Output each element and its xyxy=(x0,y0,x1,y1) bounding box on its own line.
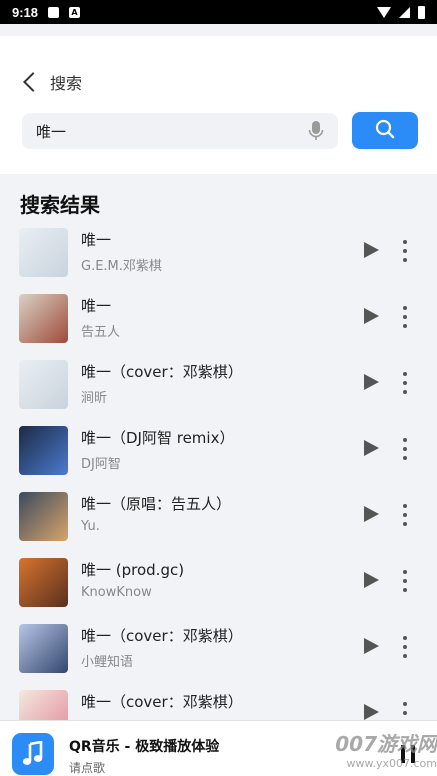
music-note-icon xyxy=(12,733,54,775)
more-options-icon[interactable] xyxy=(402,504,408,526)
back-label: 搜索 xyxy=(50,74,83,93)
app-notification-icon: A xyxy=(69,6,81,18)
song-row[interactable]: 唯一（DJ阿智 remix） DJ阿智 xyxy=(0,420,437,486)
more-options-icon[interactable] xyxy=(402,306,408,328)
signal-icon xyxy=(399,6,410,18)
song-title: 唯一（cover：邓紫棋） xyxy=(81,363,243,381)
status-bar: 9:18 A xyxy=(0,0,437,24)
more-options-icon[interactable] xyxy=(402,240,408,262)
chevron-left-icon xyxy=(23,72,43,92)
microphone-icon[interactable] xyxy=(308,121,324,141)
song-artist: G.E.M.邓紫棋 xyxy=(81,259,162,274)
more-options-icon[interactable] xyxy=(402,438,408,460)
song-row[interactable]: 唯一（cover：邓紫棋） 小鲤知语 xyxy=(0,618,437,684)
song-title: 唯一（DJ阿智 remix） xyxy=(81,429,235,447)
song-artist: 涧昕 xyxy=(81,391,108,406)
play-icon[interactable] xyxy=(364,506,379,522)
more-options-icon[interactable] xyxy=(402,570,408,592)
album-cover xyxy=(19,558,68,607)
watermark-title: 007游戏网 xyxy=(335,732,437,756)
song-row[interactable]: 唯一 G.E.M.邓紫棋 xyxy=(0,222,437,288)
search-input[interactable]: 唯一 xyxy=(22,113,338,149)
watermark-url: www.yx007.com xyxy=(346,757,437,770)
song-row[interactable]: 唯一（cover：邓紫棋） 涧昕 xyxy=(0,354,437,420)
player-title: QR音乐 - 极致播放体验 xyxy=(69,739,220,755)
results-title: 搜索结果 xyxy=(20,193,100,217)
watermark: 007游戏网 www.yx007.com xyxy=(300,728,437,770)
song-title: 唯一（原唱：告五人） xyxy=(81,495,232,513)
play-icon[interactable] xyxy=(364,704,379,720)
song-title: 唯一 xyxy=(81,297,112,315)
song-row[interactable]: 唯一 (prod.gc) KnowKnow xyxy=(0,552,437,618)
song-artist: Yu. xyxy=(81,519,100,534)
album-cover xyxy=(19,624,68,673)
song-artist: 告五人 xyxy=(81,325,121,340)
notification-icon xyxy=(48,6,60,18)
play-icon[interactable] xyxy=(364,374,379,390)
search-query[interactable]: 唯一 xyxy=(36,121,308,142)
more-options-icon[interactable] xyxy=(402,636,408,658)
wifi-icon xyxy=(377,6,391,18)
album-cover xyxy=(19,426,68,475)
play-icon[interactable] xyxy=(364,242,379,258)
album-cover xyxy=(19,228,68,277)
back-button[interactable]: 搜索 xyxy=(20,70,82,94)
song-row[interactable]: 唯一（原唱：告五人） Yu. xyxy=(0,486,437,552)
song-artist: 小鲤知语 xyxy=(81,655,134,670)
song-title: 唯一（cover：邓紫棋） xyxy=(81,627,243,645)
song-artist: DJ阿智 xyxy=(81,457,121,472)
search-icon xyxy=(375,119,395,143)
status-time: 9:18 xyxy=(12,4,39,20)
battery-icon xyxy=(418,5,425,19)
play-icon[interactable] xyxy=(364,572,379,588)
song-artist: KnowKnow xyxy=(81,585,152,600)
search-header: 搜索 唯一 xyxy=(0,36,437,174)
play-icon[interactable] xyxy=(364,440,379,456)
results-list: 唯一 G.E.M.邓紫棋 唯一 告五人 唯一（cover：邓紫棋） 涧昕 唯一（… xyxy=(0,222,437,750)
song-row[interactable]: 唯一 告五人 xyxy=(0,288,437,354)
song-title: 唯一（cover：邓紫棋） xyxy=(81,693,243,711)
player-subtitle: 请点歌 xyxy=(69,761,106,775)
play-icon[interactable] xyxy=(364,308,379,324)
more-options-icon[interactable] xyxy=(402,372,408,394)
song-title: 唯一 (prod.gc) xyxy=(81,561,185,579)
search-button[interactable] xyxy=(352,112,418,149)
song-title: 唯一 xyxy=(81,231,112,249)
album-cover xyxy=(19,294,68,343)
album-cover xyxy=(19,492,68,541)
album-cover xyxy=(19,360,68,409)
play-icon[interactable] xyxy=(364,638,379,654)
